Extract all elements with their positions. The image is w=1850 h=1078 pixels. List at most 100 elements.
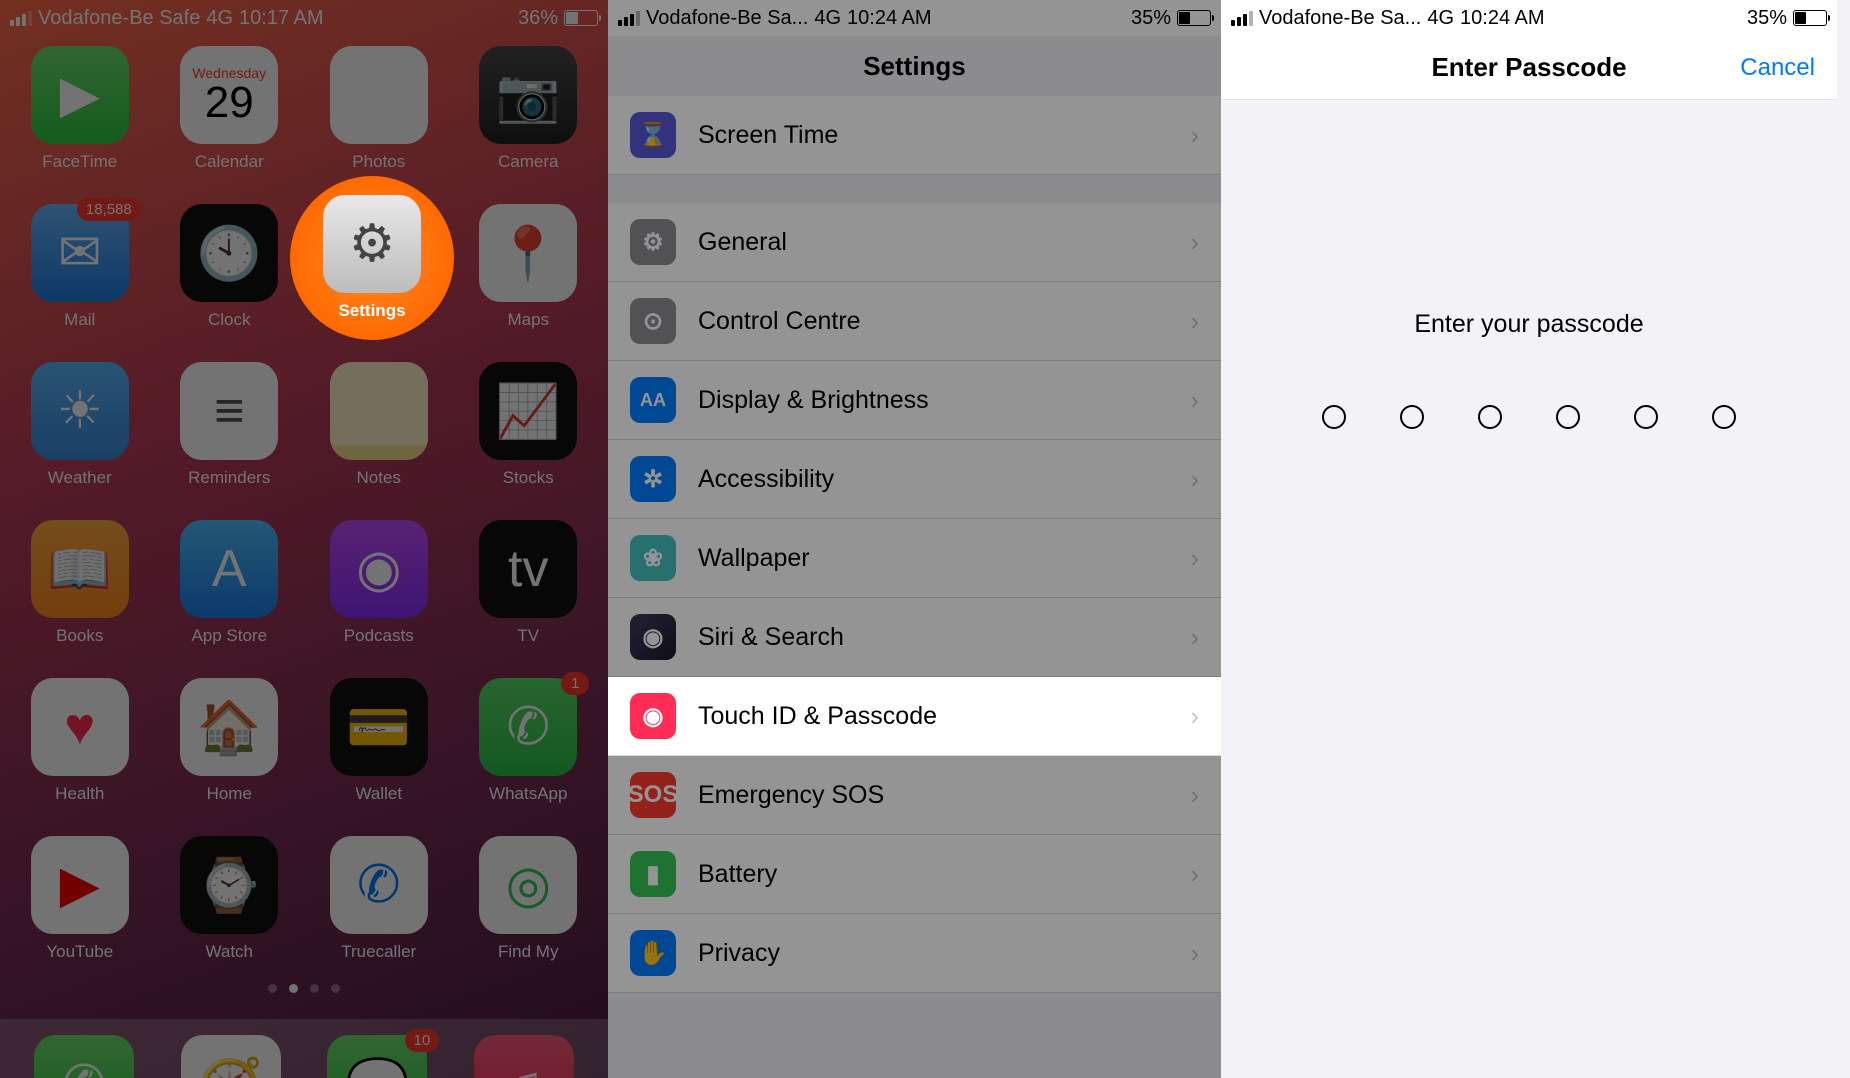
podcasts-icon: ◉ xyxy=(330,520,428,618)
chevron-right-icon: › xyxy=(1190,701,1199,732)
tv-icon: tv xyxy=(479,520,577,618)
app-watch[interactable]: ⌚Watch xyxy=(180,836,280,962)
passcode-dot xyxy=(1478,405,1502,429)
app-tv[interactable]: tvTV xyxy=(479,520,579,646)
app-health[interactable]: ♥Health xyxy=(30,678,130,804)
passcode-input[interactable] xyxy=(1221,405,1837,429)
maps-icon: 📍 xyxy=(479,204,577,302)
carrier-label: Vodafone-Be Sa... xyxy=(646,7,808,30)
safari-icon: 🧭 xyxy=(181,1035,281,1078)
phone-icon: ✆ xyxy=(34,1035,134,1078)
nav-title: Settings xyxy=(608,36,1221,96)
time-label: 10:24 AM xyxy=(847,7,932,30)
app-appstore[interactable]: AApp Store xyxy=(180,520,280,646)
messages-icon: 💬10 xyxy=(327,1035,427,1078)
dock-music[interactable]: ♫ xyxy=(474,1035,574,1078)
messages-badge: 10 xyxy=(405,1029,440,1052)
dock: ✆ 🧭 💬10 ♫ xyxy=(0,1019,608,1078)
accessibility-icon: ✲ xyxy=(630,456,676,502)
row-display[interactable]: AADisplay & Brightness› xyxy=(608,361,1221,440)
app-camera[interactable]: 📷Camera xyxy=(479,46,579,172)
chevron-right-icon: › xyxy=(1190,938,1199,969)
row-battery[interactable]: ▮Battery› xyxy=(608,835,1221,914)
cancel-button[interactable]: Cancel xyxy=(1740,54,1815,82)
chevron-right-icon: › xyxy=(1190,464,1199,495)
app-home[interactable]: 🏠Home xyxy=(180,678,280,804)
row-touchid[interactable]: ◉Touch ID & Passcode› xyxy=(608,677,1221,756)
row-privacy[interactable]: ✋Privacy› xyxy=(608,914,1221,993)
weather-icon: ☀ xyxy=(31,362,129,460)
dock-messages[interactable]: 💬10 xyxy=(327,1035,427,1078)
statusbar: Vodafone-Be Sa... 4G 10:24 AM 35% xyxy=(608,0,1221,36)
signal-icon xyxy=(618,11,640,26)
chevron-right-icon: › xyxy=(1190,622,1199,653)
chevron-right-icon: › xyxy=(1190,543,1199,574)
control-centre-icon: ⊙ xyxy=(630,298,676,344)
stocks-icon: 📈 xyxy=(479,362,577,460)
app-youtube[interactable]: ▶YouTube xyxy=(30,836,130,962)
battery-pct: 35% xyxy=(1131,7,1171,30)
chevron-right-icon: › xyxy=(1190,120,1199,151)
mail-icon: ✉18,588 xyxy=(31,204,129,302)
signal-icon xyxy=(1231,11,1253,26)
passcode-prompt: Enter your passcode xyxy=(1221,310,1837,339)
truecaller-icon: ✆ xyxy=(330,836,428,934)
battery-pct: 35% xyxy=(1747,7,1787,30)
whatsapp-icon: ✆1 xyxy=(479,678,577,776)
reminders-icon: ≡ xyxy=(180,362,278,460)
clock-icon: 🕙 xyxy=(180,204,278,302)
carrier-label: Vodafone-Be Safe xyxy=(38,7,200,30)
app-mail[interactable]: ✉18,588Mail xyxy=(30,204,130,330)
app-podcasts[interactable]: ◉Podcasts xyxy=(329,520,429,646)
battery-icon xyxy=(564,10,598,26)
chevron-right-icon: › xyxy=(1190,306,1199,337)
battery-row-icon: ▮ xyxy=(630,851,676,897)
network-label: 4G xyxy=(814,7,841,30)
findmy-icon: ◎ xyxy=(479,836,577,934)
app-books[interactable]: 📖Books xyxy=(30,520,130,646)
statusbar: Vodafone-Be Safe 4G 10:17 AM 36% xyxy=(0,0,608,36)
app-wallet[interactable]: 💳Wallet xyxy=(329,678,429,804)
app-settings-highlight[interactable]: ⚙ Settings xyxy=(290,176,454,340)
app-clock[interactable]: 🕙Clock xyxy=(180,204,280,330)
app-maps[interactable]: 📍Maps xyxy=(479,204,579,330)
camera-icon: 📷 xyxy=(479,46,577,144)
row-siri[interactable]: ◉Siri & Search› xyxy=(608,598,1221,677)
app-findmy[interactable]: ◎Find My xyxy=(479,836,579,962)
app-stocks[interactable]: 📈Stocks xyxy=(479,362,579,488)
health-icon: ♥ xyxy=(31,678,129,776)
carrier-label: Vodafone-Be Sa... xyxy=(1259,7,1421,30)
watch-icon: ⌚ xyxy=(180,836,278,934)
battery-icon xyxy=(1793,10,1827,26)
app-calendar[interactable]: Wednesday29Calendar xyxy=(180,46,280,172)
siri-icon: ◉ xyxy=(630,614,676,660)
chevron-right-icon: › xyxy=(1190,385,1199,416)
app-photos[interactable]: ✿Photos xyxy=(329,46,429,172)
row-screentime[interactable]: ⌛ Screen Time › xyxy=(608,96,1221,175)
statusbar: Vodafone-Be Sa... 4G 10:24 AM 35% xyxy=(1221,0,1837,36)
chevron-right-icon: › xyxy=(1190,859,1199,890)
passcode-dot xyxy=(1634,405,1658,429)
mail-badge: 18,588 xyxy=(77,198,141,221)
home-icon: 🏠 xyxy=(180,678,278,776)
app-facetime[interactable]: ▶FaceTime xyxy=(30,46,130,172)
page-indicator[interactable] xyxy=(0,984,608,993)
network-label: 4G xyxy=(206,7,233,30)
row-control-centre[interactable]: ⊙Control Centre› xyxy=(608,282,1221,361)
row-sos[interactable]: SOSEmergency SOS› xyxy=(608,756,1221,835)
app-weather[interactable]: ☀Weather xyxy=(30,362,130,488)
wallpaper-icon: ❀ xyxy=(630,535,676,581)
app-notes[interactable]: Notes xyxy=(329,362,429,488)
row-wallpaper[interactable]: ❀Wallpaper› xyxy=(608,519,1221,598)
books-icon: 📖 xyxy=(31,520,129,618)
app-whatsapp[interactable]: ✆1WhatsApp xyxy=(479,678,579,804)
passcode-dot xyxy=(1712,405,1736,429)
app-truecaller[interactable]: ✆Truecaller xyxy=(329,836,429,962)
row-general[interactable]: ⚙General› xyxy=(608,203,1221,282)
calendar-icon: Wednesday29 xyxy=(180,46,278,144)
row-accessibility[interactable]: ✲Accessibility› xyxy=(608,440,1221,519)
dock-phone[interactable]: ✆ xyxy=(34,1035,134,1078)
app-reminders[interactable]: ≡Reminders xyxy=(180,362,280,488)
passcode-nav: Enter Passcode Cancel xyxy=(1221,36,1837,100)
dock-safari[interactable]: 🧭 xyxy=(181,1035,281,1078)
